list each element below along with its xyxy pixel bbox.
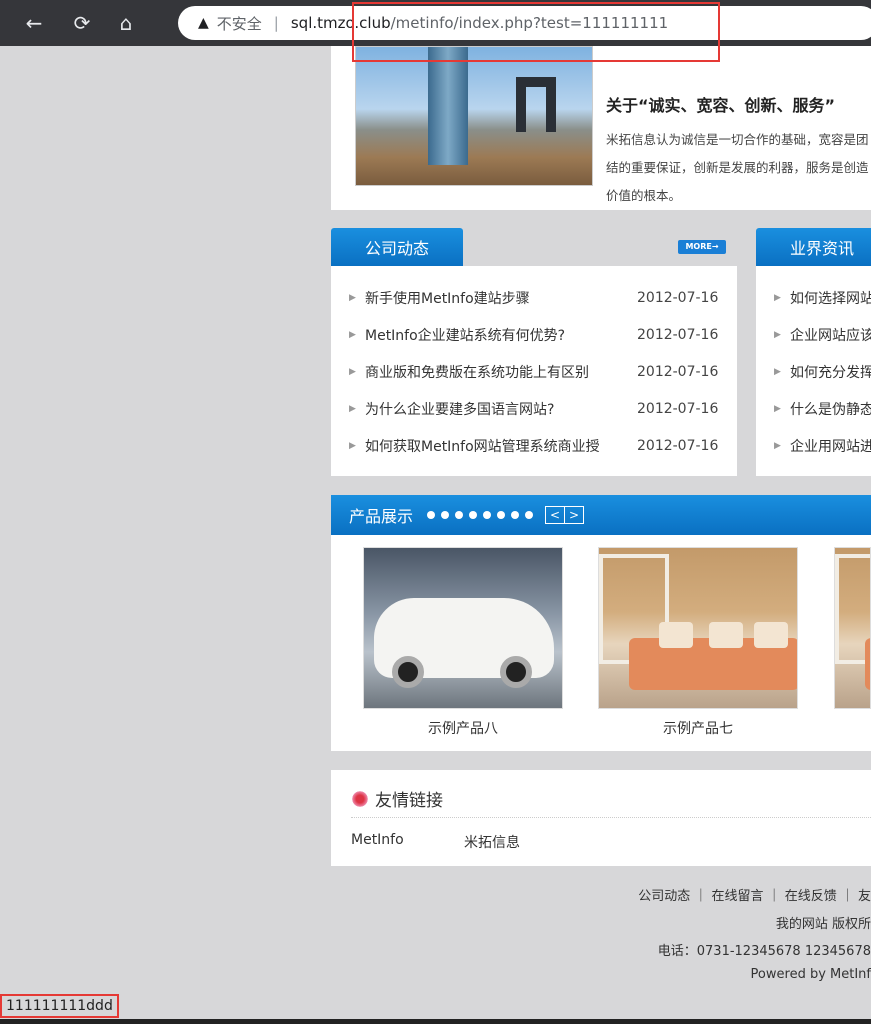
news-title[interactable]: 如何充分发挥: [790, 362, 871, 382]
links-panel: 友情链接 MetInfo 米拓信息: [331, 770, 871, 866]
products-panel: 示例产品八 示例产品七: [331, 535, 871, 751]
tower-shape: [428, 47, 468, 165]
news-title[interactable]: 企业网站应该: [790, 325, 871, 345]
news-row[interactable]: ▶ MetInfo企业建站系统有何优势? 2012-07-16: [347, 316, 737, 353]
car-wheel-shape: [500, 656, 532, 688]
back-arrow-icon[interactable]: ←: [14, 0, 54, 46]
couch-shape: [865, 638, 870, 690]
news-row[interactable]: ▶ 新手使用MetInfo建站步骤 2012-07-16: [347, 279, 737, 316]
footer-powered[interactable]: Powered by MetInf: [751, 967, 871, 982]
news-title[interactable]: 如何获取MetInfo网站管理系统商业授: [365, 436, 637, 456]
news-title[interactable]: 如何选择网站: [790, 288, 871, 308]
bullet-icon: ▶: [349, 366, 356, 377]
news-row[interactable]: ▶ 如何选择网站: [772, 279, 871, 316]
cushion-shape: [709, 622, 743, 648]
carousel-dot[interactable]: [469, 511, 478, 519]
flower-icon: [351, 789, 369, 808]
news-date: 2012-07-16: [637, 326, 719, 343]
about-text: 米拓信息认为诚信是一切合作的基础，宽容是团结的重要保证，创新是发展的利器，服务是…: [606, 132, 869, 203]
tab-company-news[interactable]: 公司动态: [331, 228, 463, 266]
products-header: 产品展示 < >: [331, 495, 871, 535]
divider: [351, 817, 871, 818]
news-title[interactable]: MetInfo企业建站系统有何优势?: [365, 325, 637, 345]
news-row[interactable]: ▶ 商业版和免费版在系统功能上有区别 2012-07-16: [347, 353, 737, 390]
carousel-dot[interactable]: [511, 511, 520, 519]
news-date: 2012-07-16: [637, 437, 719, 454]
news-title[interactable]: 商业版和免费版在系统功能上有区别: [365, 362, 637, 382]
news-row[interactable]: ▶ 什么是伪静态: [772, 390, 871, 427]
company-news-list: ▶ 新手使用MetInfo建站步骤 2012-07-16 ▶ MetInfo企业建站系…: [331, 266, 737, 476]
status-text: 111111111ddd: [0, 994, 119, 1018]
products-title: 产品展示: [349, 507, 414, 526]
footer-phone: 电话：0731-12345678 12345678: [657, 944, 871, 959]
bullet-icon: ▶: [349, 292, 356, 303]
link-metinfo[interactable]: MetInfo: [351, 832, 404, 848]
security-label[interactable]: 不安全: [217, 13, 262, 34]
home-icon[interactable]: ⌂: [106, 0, 146, 46]
news-date: 2012-07-16: [637, 363, 719, 380]
news-row[interactable]: ▶ 如何获取MetInfo网站管理系统商业授 2012-07-16: [347, 427, 737, 464]
bullet-icon: ▶: [349, 403, 356, 414]
link-mituo[interactable]: 米拓信息: [464, 832, 520, 852]
about-title[interactable]: 关于“诚实、宽容、创新、服务”: [606, 92, 835, 116]
cushion-shape: [754, 622, 788, 648]
carousel-dot[interactable]: [455, 511, 464, 519]
news-row[interactable]: ▶ 企业网站应该: [772, 316, 871, 353]
carousel-dot[interactable]: [483, 511, 492, 519]
news-date: 2012-07-16: [637, 289, 719, 306]
bullet-icon: ▶: [774, 366, 781, 377]
product-image-car[interactable]: [363, 547, 563, 709]
bullet-icon: ▶: [349, 440, 356, 451]
product-image-sofa[interactable]: [598, 547, 798, 709]
product-caption[interactable]: 示例产品八: [363, 718, 563, 738]
next-arrow-icon[interactable]: >: [564, 506, 585, 524]
links-heading: 友情链接: [351, 786, 443, 811]
building-shape: [516, 77, 556, 132]
news-date: 2012-07-16: [637, 400, 719, 417]
carousel-dot[interactable]: [525, 511, 534, 519]
car-wheel-shape: [392, 656, 424, 688]
industry-news-list: ▶ 如何选择网站 ▶ 企业网站应该 ▶ 如何充分发挥 ▶ 什么是伪静态 ▶ 企业用网站进: [756, 266, 871, 476]
url-highlight-box: [352, 2, 720, 62]
footer-nav[interactable]: 公司动态 ｜ 在线留言 ｜ 在线反馈 ｜ 友: [638, 885, 871, 904]
bullet-icon: ▶: [774, 292, 781, 303]
bottom-edge: [0, 1019, 871, 1024]
about-image[interactable]: [355, 46, 593, 186]
prev-arrow-icon[interactable]: <: [545, 506, 566, 524]
news-row[interactable]: ▶ 如何充分发挥: [772, 353, 871, 390]
news-title[interactable]: 企业用网站进: [790, 436, 871, 456]
carousel-dot[interactable]: [427, 511, 436, 519]
bullet-icon: ▶: [774, 440, 781, 451]
carousel-dot[interactable]: [497, 511, 506, 519]
carousel-dot[interactable]: [441, 511, 450, 519]
bullet-icon: ▶: [774, 329, 781, 340]
news-title[interactable]: 新手使用MetInfo建站步骤: [365, 288, 637, 308]
reload-icon[interactable]: ⟳: [62, 0, 102, 46]
bullet-icon: ▶: [349, 329, 356, 340]
news-title[interactable]: 为什么企业要建多国语言网站?: [365, 399, 637, 419]
url-separator: |: [273, 14, 279, 32]
more-button[interactable]: MORE→: [678, 240, 726, 254]
product-image-partial[interactable]: [834, 547, 871, 709]
carousel-arrows: < >: [545, 506, 585, 524]
links-title: 友情链接: [375, 791, 443, 811]
news-row[interactable]: ▶ 企业用网站进: [772, 427, 871, 464]
footer-copyright: 我的网站 版权所: [775, 917, 871, 932]
warning-icon: ▲: [198, 15, 209, 31]
news-row[interactable]: ▶ 为什么企业要建多国语言网站? 2012-07-16: [347, 390, 737, 427]
tab-industry-news[interactable]: 业界资讯: [756, 228, 871, 266]
product-caption[interactable]: 示例产品七: [598, 718, 798, 738]
cushion-shape: [659, 622, 693, 648]
bullet-icon: ▶: [774, 403, 781, 414]
news-title[interactable]: 什么是伪静态: [790, 399, 871, 419]
